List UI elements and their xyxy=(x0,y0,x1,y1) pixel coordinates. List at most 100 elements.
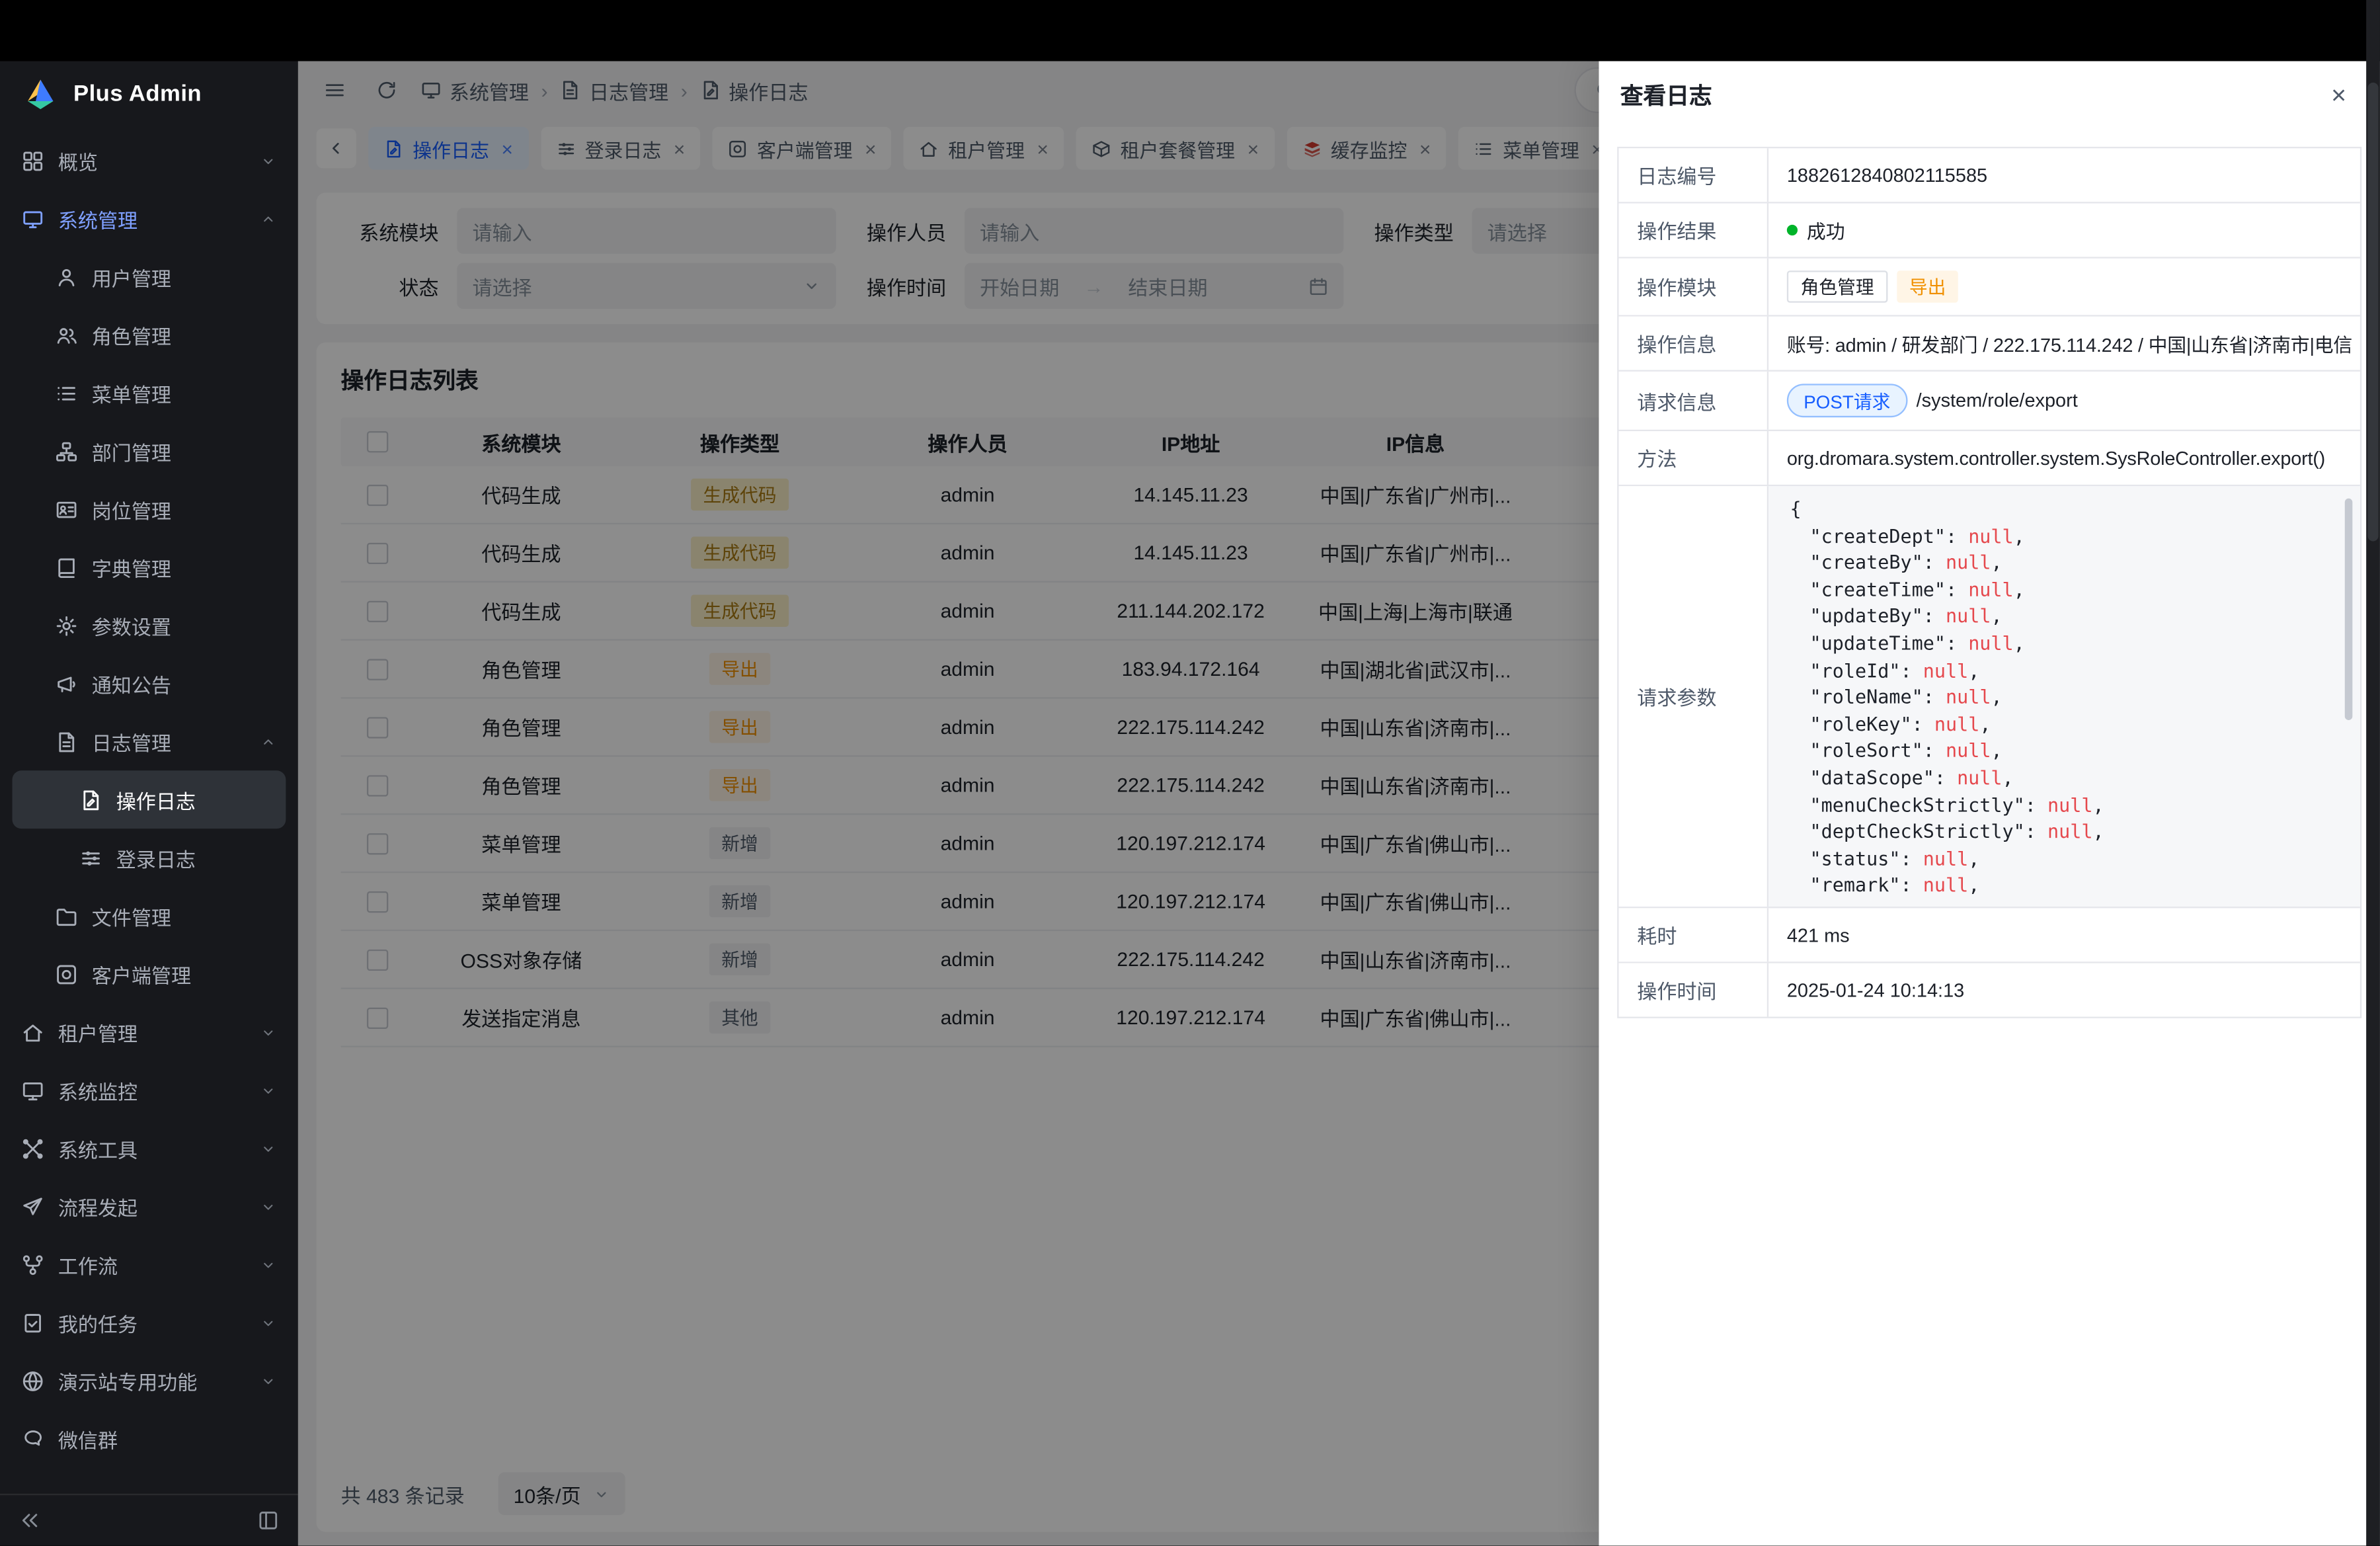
sidebar-item-loginlog[interactable]: 登录日志 xyxy=(0,829,298,887)
gear-icon xyxy=(55,614,78,637)
sidebar-item-label: 文件管理 xyxy=(92,901,171,930)
detail-row-result: 操作结果 成功 xyxy=(1619,204,2360,259)
layout-pin-icon[interactable] xyxy=(257,1509,280,1532)
sidebar-item-label: 菜单管理 xyxy=(92,378,171,407)
app-logo-icon xyxy=(21,74,60,112)
book-icon xyxy=(55,555,78,579)
sidebar-item-label: 字典管理 xyxy=(92,553,171,582)
list-icon xyxy=(55,382,78,405)
idcard-icon xyxy=(55,498,78,521)
sidebar-item-logs[interactable]: 日志管理 xyxy=(0,712,298,770)
sidebar-item-workflow[interactable]: 工作流 xyxy=(0,1235,298,1293)
tree-icon xyxy=(55,440,78,463)
field-label: 方法 xyxy=(1619,431,1769,485)
sidebar-item-files[interactable]: 文件管理 xyxy=(0,887,298,945)
client-icon xyxy=(55,962,78,985)
home-icon xyxy=(21,1020,44,1043)
detail-row-module: 操作模块 角色管理 导出 xyxy=(1619,259,2360,317)
sidebar-menu: 概览系统管理用户管理角色管理菜单管理部门管理岗位管理字典管理参数设置通知公告日志… xyxy=(0,126,298,1494)
send-icon xyxy=(21,1195,44,1218)
json-line: "createTime": null, xyxy=(1790,577,2329,604)
sidebar-item-operlog[interactable]: 操作日志 xyxy=(12,770,286,829)
request-params-json[interactable]: {"createDept": null,"createBy": null,"cr… xyxy=(1768,486,2360,907)
sidebar-item-clients[interactable]: 客户端管理 xyxy=(0,945,298,1003)
sidebar-item-roles[interactable]: 角色管理 xyxy=(0,305,298,364)
sidebar-item-params[interactable]: 参数设置 xyxy=(0,596,298,655)
info-value: 账号: admin / 研发部门 / 222.175.114.242 / 中国|… xyxy=(1768,317,2360,370)
page-scrollbar[interactable] xyxy=(2366,0,2380,1546)
sidebar-item-label: 客户端管理 xyxy=(92,959,191,989)
app-title: Plus Admin xyxy=(73,80,202,106)
json-line: "roleId": null, xyxy=(1790,659,2329,686)
sidebar-item-notice[interactable]: 通知公告 xyxy=(0,655,298,713)
sidebar-item-system[interactable]: 系统管理 xyxy=(0,190,298,248)
sidebar-item-menus[interactable]: 菜单管理 xyxy=(0,364,298,422)
detail-row-time: 操作时间 2025-01-24 10:14:13 xyxy=(1619,963,2360,1017)
json-line: "deptCheckStrictly": null, xyxy=(1790,820,2329,847)
sidebar-item-wechat[interactable]: 微信群 xyxy=(0,1410,298,1468)
sidebar-item-depts[interactable]: 部门管理 xyxy=(0,422,298,480)
sliders-icon xyxy=(79,846,102,870)
time-value: 2025-01-24 10:14:13 xyxy=(1768,963,2360,1017)
chev-down-icon xyxy=(260,1256,276,1272)
page-scrollbar-thumb[interactable] xyxy=(2367,83,2378,542)
json-line: "updateTime": null, xyxy=(1790,631,2329,659)
megaphone-icon xyxy=(55,672,78,695)
wrench-icon xyxy=(21,1137,44,1160)
sidebar-item-label: 角色管理 xyxy=(92,320,171,349)
users-icon xyxy=(55,323,78,346)
sidebar-item-demo[interactable]: 演示站专用功能 xyxy=(0,1352,298,1410)
detail-row-info: 操作信息 账号: admin / 研发部门 / 222.175.114.242 … xyxy=(1619,317,2360,372)
sidebar-item-tools[interactable]: 系统工具 xyxy=(0,1119,298,1177)
chev-down-icon xyxy=(260,1140,276,1157)
params-value: {"createDept": null,"createBy": null,"cr… xyxy=(1768,486,2360,907)
monitor-icon xyxy=(21,207,44,230)
sidebar-item-tenant[interactable]: 租户管理 xyxy=(0,1003,298,1061)
collapse-sidebar-icon[interactable] xyxy=(19,1509,42,1532)
field-label: 耗时 xyxy=(1619,908,1769,961)
code-scrollbar-thumb[interactable] xyxy=(2345,499,2353,720)
chev-down-icon xyxy=(260,1024,276,1040)
doc-icon xyxy=(55,730,78,753)
json-line: "createBy": null, xyxy=(1790,551,2329,578)
field-label: 请求信息 xyxy=(1619,372,1769,430)
sidebar-item-label: 工作流 xyxy=(58,1250,118,1279)
sidebar-item-label: 操作日志 xyxy=(116,785,196,814)
chat-icon xyxy=(21,1427,44,1450)
sidebar-item-process[interactable]: 流程发起 xyxy=(0,1177,298,1235)
display-icon xyxy=(21,1078,44,1102)
result-value: 成功 xyxy=(1768,204,2360,257)
method-value: org.dromara.system.controller.system.Sys… xyxy=(1768,431,2360,485)
json-line: "remark": null, xyxy=(1790,874,2329,901)
chev-down-icon xyxy=(260,1314,276,1330)
sidebar-item-monitor[interactable]: 系统监控 xyxy=(0,1061,298,1119)
result-text: 成功 xyxy=(1807,216,1845,245)
sidebar-item-overview[interactable]: 概览 xyxy=(0,132,298,190)
json-line: "createDept": null, xyxy=(1790,524,2329,551)
sidebar-item-label: 概览 xyxy=(58,146,98,175)
operation-tag: 导出 xyxy=(1897,270,1958,303)
sidebar-item-label: 用户管理 xyxy=(92,263,171,292)
sidebar-item-tasks[interactable]: 我的任务 xyxy=(0,1293,298,1352)
grid-icon xyxy=(21,149,44,172)
sidebar-item-dicts[interactable]: 字典管理 xyxy=(0,538,298,596)
json-line: "status": null, xyxy=(1790,846,2329,874)
request-method-tag: POST请求 xyxy=(1787,384,1907,417)
sidebar-item-label: 日志管理 xyxy=(92,727,171,756)
sidebar-item-label: 部门管理 xyxy=(92,436,171,466)
sidebar-item-users[interactable]: 用户管理 xyxy=(0,248,298,306)
close-icon[interactable]: × xyxy=(2331,82,2346,108)
sidebar-item-posts[interactable]: 岗位管理 xyxy=(0,480,298,538)
view-log-drawer: 查看日志 × 日志编号 1882612840802115585 操作结果 成功 … xyxy=(1599,61,2379,1545)
globe-icon xyxy=(21,1369,44,1392)
duration-value: 421 ms xyxy=(1768,908,2360,961)
flow-icon xyxy=(21,1253,44,1276)
json-line: "updateBy": null, xyxy=(1790,604,2329,631)
json-line: "roleKey": null, xyxy=(1790,712,2329,739)
folder-icon xyxy=(55,905,78,928)
detail-row-method: 方法 org.dromara.system.controller.system.… xyxy=(1619,431,2360,486)
json-line: "dataScope": null, xyxy=(1790,766,2329,793)
sidebar-item-label: 系统工具 xyxy=(58,1133,138,1162)
task-icon xyxy=(21,1311,44,1334)
module-tag: 角色管理 xyxy=(1787,270,1888,303)
